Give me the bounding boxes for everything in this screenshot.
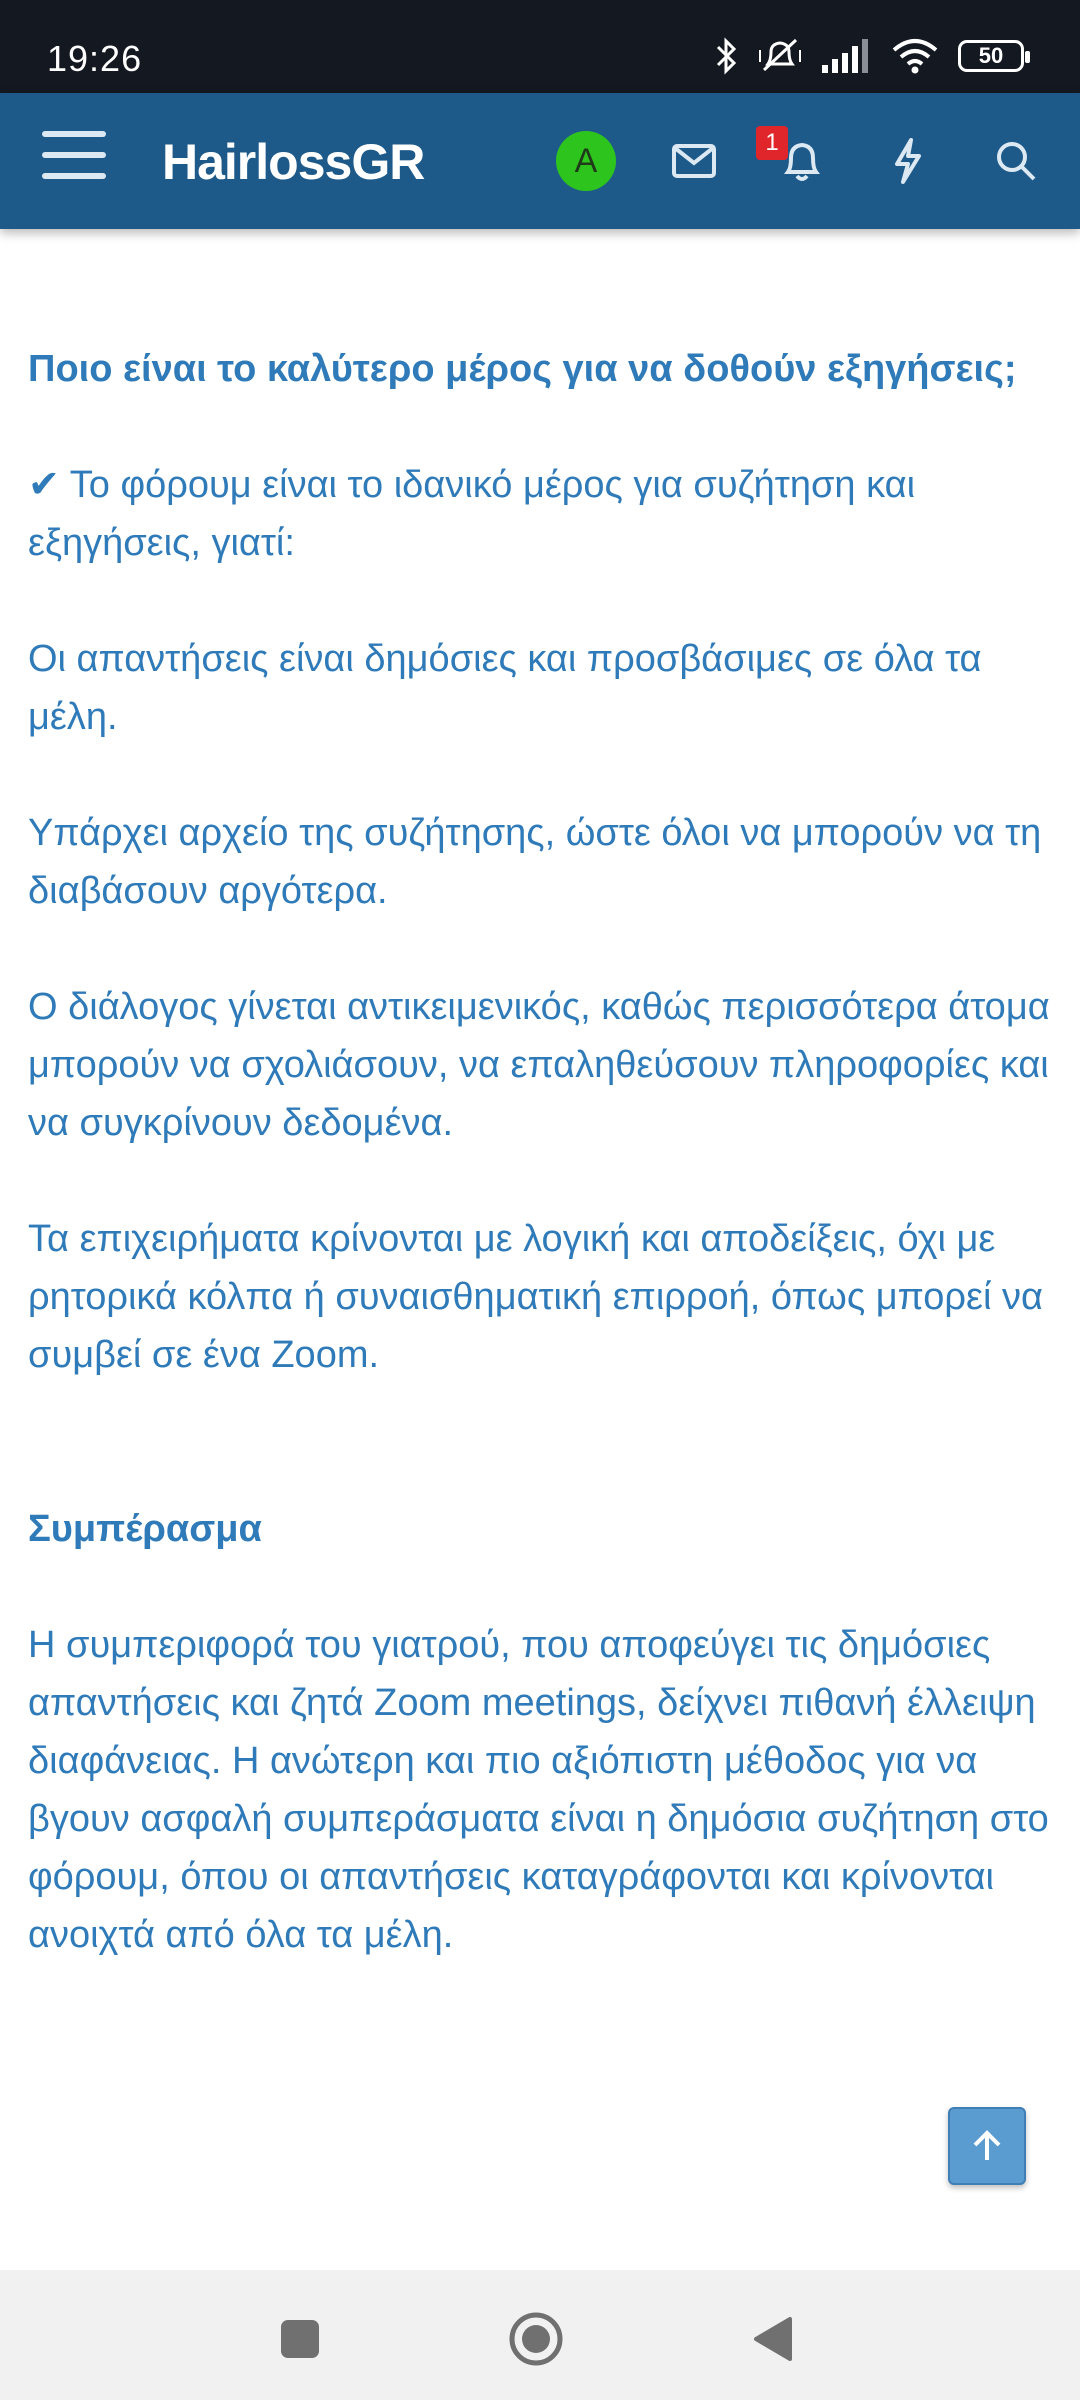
status-icons: 50	[714, 32, 1030, 80]
arrow-up-icon	[973, 2130, 1001, 2160]
post-paragraph: Ο διάλογος γίνεται αντικειμενικός, καθώς…	[28, 986, 1050, 1144]
recents-square-icon[interactable]	[268, 2307, 332, 2371]
app-header: HairlossGR A 1	[0, 93, 1080, 229]
mail-icon[interactable]	[666, 133, 722, 189]
home-circle-icon[interactable]	[504, 2307, 568, 2371]
avatar[interactable]: A	[556, 131, 616, 191]
section-heading: Ποιο είναι το καλύτερο μέρος για να δοθο…	[28, 348, 1017, 390]
signal-icon	[822, 39, 868, 73]
post-paragraph: Η συμπεριφορά του γιατρού, που αποφεύγει…	[28, 1624, 1049, 1956]
search-icon[interactable]	[988, 133, 1044, 189]
post-content: Ποιο είναι το καλύτερο μέρος για να δοθο…	[28, 340, 1058, 2022]
post-paragraph: Τα επιχειρήματα κρίνονται με λογική και …	[28, 1218, 1043, 1376]
scroll-to-top-button[interactable]	[948, 2107, 1026, 2185]
lightning-icon[interactable]	[880, 133, 936, 189]
post-paragraph: ✔ Το φόρουμ είναι το ιδανικό μέρος για σ…	[28, 464, 916, 564]
status-bar: 19:26 50	[0, 0, 1080, 93]
menu-icon[interactable]	[42, 131, 106, 191]
section-heading: Συμπέρασμα	[28, 1508, 262, 1550]
battery-icon: 50	[958, 40, 1030, 72]
mute-vibrate-icon	[759, 38, 801, 72]
wifi-icon	[892, 39, 938, 74]
status-time: 19:26	[47, 38, 143, 79]
post-paragraph: Οι απαντήσεις είναι δημόσιες και προσβάσ…	[28, 638, 982, 738]
bluetooth-icon	[716, 37, 737, 75]
site-logo[interactable]: HairlossGR	[162, 133, 425, 191]
system-nav-bar	[0, 2270, 1080, 2400]
back-triangle-icon[interactable]	[740, 2307, 804, 2371]
post-paragraph: Υπάρχει αρχείο της συζήτησης, ώστε όλοι …	[28, 812, 1042, 912]
notification-badge: 1	[756, 126, 788, 160]
